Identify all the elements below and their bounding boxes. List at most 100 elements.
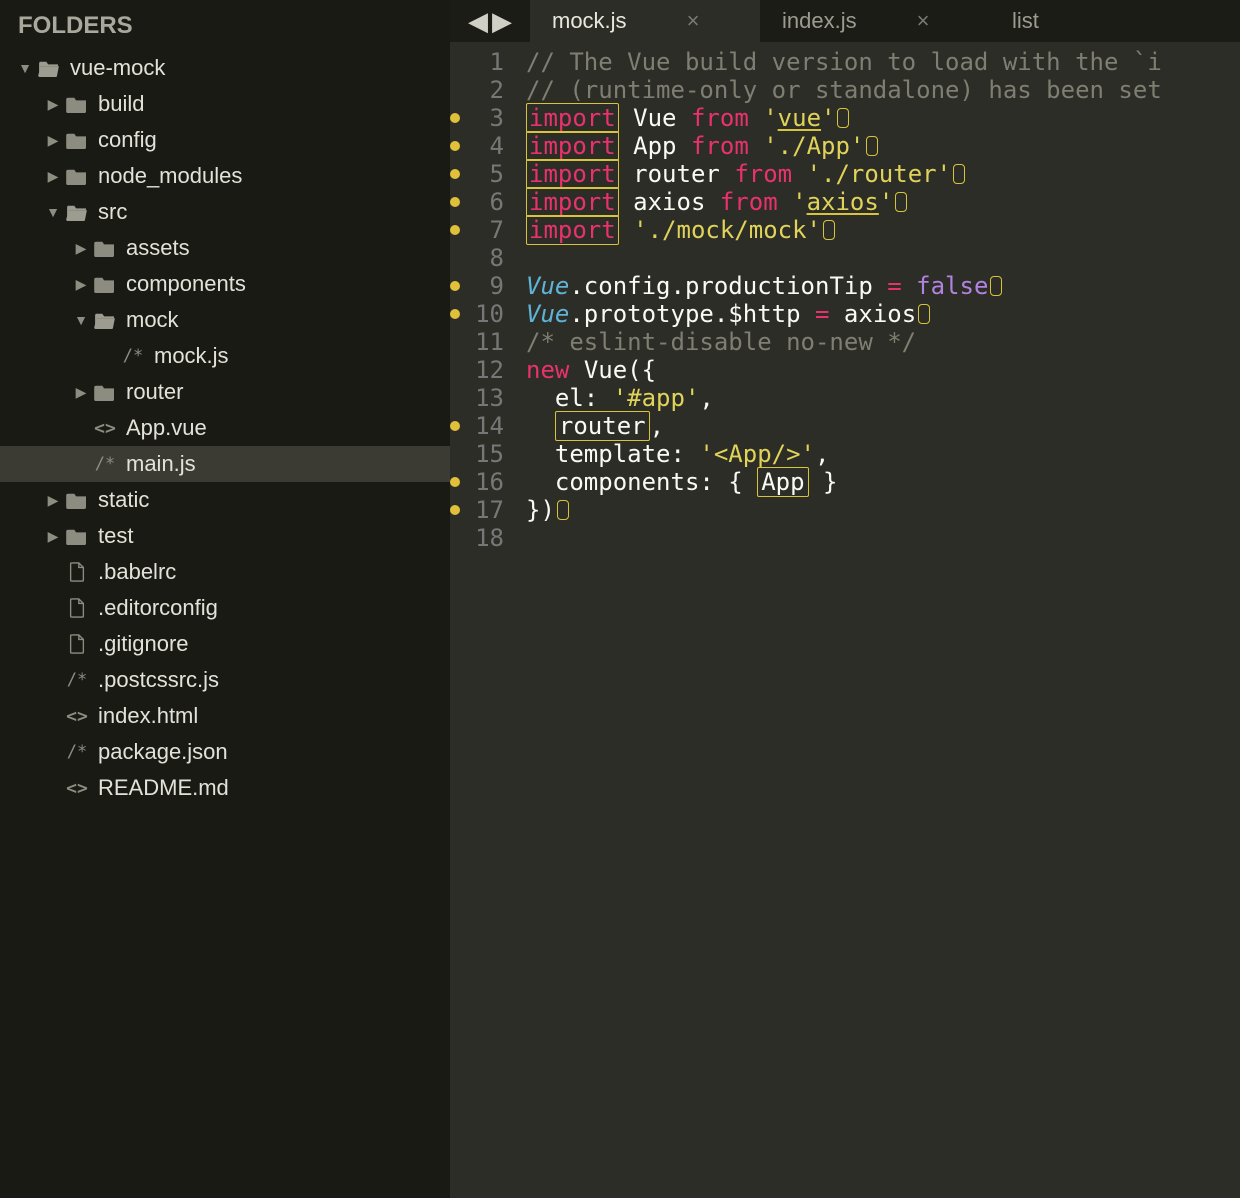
token-sp bbox=[902, 272, 916, 300]
code-line[interactable]: // (runtime-only or standalone) has been… bbox=[526, 76, 1240, 104]
nav-forward-icon[interactable]: ▶ bbox=[492, 6, 512, 37]
code-line[interactable]: import './mock/mock' bbox=[526, 216, 1240, 244]
token-sp bbox=[720, 160, 734, 188]
disclosure-icon[interactable]: ▶ bbox=[46, 493, 60, 507]
disclosure-icon[interactable]: ▶ bbox=[74, 277, 88, 291]
code-line[interactable]: import Vue from 'vue' bbox=[526, 104, 1240, 132]
disclosure-icon[interactable]: ▼ bbox=[18, 61, 32, 75]
tab[interactable]: index.js × bbox=[760, 0, 990, 42]
tab-bar: ◀ ▶ mock.js × index.js × list bbox=[450, 0, 1240, 42]
disclosure-icon bbox=[102, 349, 116, 363]
token-id: }) bbox=[526, 496, 555, 524]
disclosure-icon[interactable]: ▶ bbox=[46, 97, 60, 111]
tree-item-label: src bbox=[98, 199, 127, 225]
nav-back-icon[interactable]: ◀ bbox=[468, 6, 488, 37]
tab-label: mock.js bbox=[552, 8, 627, 34]
tree-folder[interactable]: ▶assets bbox=[0, 230, 450, 266]
tree-file[interactable]: /*package.json bbox=[0, 734, 450, 770]
tree-folder[interactable]: ▼mock bbox=[0, 302, 450, 338]
code-line[interactable]: template: '<App/>', bbox=[526, 440, 1240, 468]
code-line[interactable]: new Vue({ bbox=[526, 356, 1240, 384]
tree-item-label: .babelrc bbox=[98, 559, 176, 585]
code-line[interactable]: // The Vue build version to load with th… bbox=[526, 48, 1240, 76]
tree-file[interactable]: /*.postcssrc.js bbox=[0, 662, 450, 698]
code-line[interactable]: import axios from 'axios' bbox=[526, 188, 1240, 216]
tree-folder[interactable]: ▶build bbox=[0, 86, 450, 122]
tab[interactable]: mock.js × bbox=[530, 0, 760, 42]
disclosure-icon[interactable]: ▶ bbox=[74, 385, 88, 399]
tree-file[interactable]: <>App.vue bbox=[0, 410, 450, 446]
code-line[interactable] bbox=[526, 244, 1240, 272]
disclosure-icon[interactable]: ▶ bbox=[46, 529, 60, 543]
tree-file[interactable]: <> README.md bbox=[0, 770, 450, 806]
token-sp bbox=[526, 412, 555, 440]
token-str: ' bbox=[763, 104, 777, 132]
line-number: 13 bbox=[470, 384, 504, 412]
tree-item-label: config bbox=[98, 127, 157, 153]
code-area[interactable]: // The Vue build version to load with th… bbox=[514, 42, 1240, 1198]
token-com: // The Vue build version to load with th… bbox=[526, 48, 1162, 76]
code-line[interactable]: Vue.config.productionTip = false bbox=[526, 272, 1240, 300]
token-kw: = bbox=[815, 300, 829, 328]
disclosure-icon[interactable]: ▼ bbox=[74, 313, 88, 327]
code-line[interactable]: /* eslint-disable no-new */ bbox=[526, 328, 1240, 356]
line-number: 8 bbox=[470, 244, 504, 272]
tab-label: index.js bbox=[782, 8, 857, 34]
disclosure-icon bbox=[74, 421, 88, 435]
code-line[interactable]: import App from './App' bbox=[526, 132, 1240, 160]
js-file-icon: /* bbox=[94, 454, 116, 474]
gutter-line: 8 bbox=[450, 244, 504, 272]
code-line[interactable]: router, bbox=[526, 412, 1240, 440]
code-editor[interactable]: 123456789101112131415161718 // The Vue b… bbox=[450, 42, 1240, 1198]
close-icon[interactable]: × bbox=[687, 8, 700, 34]
disclosure-icon[interactable]: ▶ bbox=[74, 241, 88, 255]
code-file-icon: <> bbox=[66, 706, 88, 726]
token-stru: vue bbox=[778, 104, 821, 132]
tree-file[interactable]: .gitignore bbox=[0, 626, 450, 662]
gutter: 123456789101112131415161718 bbox=[450, 42, 514, 1198]
code-line[interactable]: }) bbox=[526, 496, 1240, 524]
tree-item-label: mock.js bbox=[154, 343, 229, 369]
tree-folder[interactable]: ▼vue-mock bbox=[0, 50, 450, 86]
token-str: '<App/>' bbox=[699, 440, 815, 468]
code-line[interactable] bbox=[526, 524, 1240, 552]
tree-file[interactable]: .babelrc bbox=[0, 554, 450, 590]
code-line[interactable]: import router from './router' bbox=[526, 160, 1240, 188]
folder-icon bbox=[94, 274, 116, 294]
token-kwb: import bbox=[526, 159, 619, 189]
tree-file[interactable]: /*main.js bbox=[0, 446, 450, 482]
tree-item-label: README.md bbox=[98, 775, 229, 801]
token-str: './mock/mock' bbox=[633, 216, 821, 244]
tree-file[interactable]: .editorconfig bbox=[0, 590, 450, 626]
code-line[interactable]: el: '#app', bbox=[526, 384, 1240, 412]
lint-dot-icon bbox=[450, 309, 460, 319]
disclosure-icon[interactable]: ▶ bbox=[46, 169, 60, 183]
tree-folder[interactable]: ▼ src bbox=[0, 194, 450, 230]
tab[interactable]: list bbox=[990, 0, 1049, 42]
gutter-line: 2 bbox=[450, 76, 504, 104]
disclosure-icon[interactable]: ▶ bbox=[46, 133, 60, 147]
close-icon[interactable]: × bbox=[917, 8, 930, 34]
code-line[interactable]: Vue.prototype.$http = axios bbox=[526, 300, 1240, 328]
gutter-line: 9 bbox=[450, 272, 504, 300]
token-str: './App' bbox=[763, 132, 864, 160]
file-icon bbox=[66, 598, 88, 618]
file-icon bbox=[66, 634, 88, 654]
folder-icon bbox=[66, 202, 88, 222]
line-number: 9 bbox=[470, 272, 504, 300]
tree-file[interactable]: /*mock.js bbox=[0, 338, 450, 374]
tree-folder[interactable]: ▶router bbox=[0, 374, 450, 410]
tree-folder[interactable]: ▶static bbox=[0, 482, 450, 518]
code-file-icon: <> bbox=[66, 778, 88, 798]
tree-folder[interactable]: ▶ config bbox=[0, 122, 450, 158]
lint-marker-icon bbox=[918, 304, 930, 324]
lint-marker-icon bbox=[953, 164, 965, 184]
token-id: , bbox=[815, 440, 829, 468]
tree-folder[interactable]: ▶components bbox=[0, 266, 450, 302]
tree-folder[interactable]: ▶test bbox=[0, 518, 450, 554]
tree-folder[interactable]: ▶node_modules bbox=[0, 158, 450, 194]
tab-nav-arrows: ◀ ▶ bbox=[450, 0, 530, 42]
tree-file[interactable]: <>index.html bbox=[0, 698, 450, 734]
disclosure-icon[interactable]: ▼ bbox=[46, 205, 60, 219]
code-line[interactable]: components: { App } bbox=[526, 468, 1240, 496]
